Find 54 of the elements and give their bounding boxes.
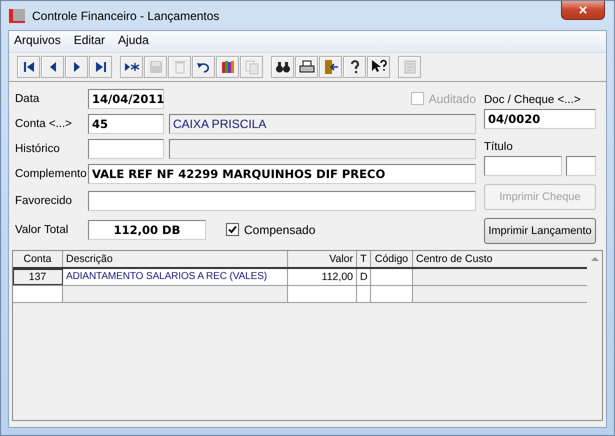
books-icon [220, 59, 236, 75]
toolbar-first-button[interactable] [17, 56, 40, 78]
binoculars-icon [274, 59, 290, 75]
payee-field[interactable] [88, 190, 476, 210]
field-label: Histórico [15, 142, 61, 154]
field-label: Data [15, 92, 40, 104]
printer-icon [298, 59, 314, 75]
complement-field[interactable]: VALE REF NF 42299 MARQUINHOS DIF PRECO [88, 164, 476, 184]
toolbar-undo-button[interactable] [192, 56, 215, 78]
column-header[interactable]: Descrição [63, 251, 288, 267]
table-cell: D [357, 269, 371, 285]
date-field[interactable]: 14/04/2011 [88, 88, 164, 108]
cleared-checkbox[interactable]: Compensado [226, 222, 316, 236]
column-header[interactable]: Código [371, 251, 413, 267]
field-label: Título [484, 141, 514, 153]
column-header[interactable]: Conta [13, 251, 63, 267]
toolbar-books-button[interactable] [216, 56, 239, 78]
toolbar-prev-button[interactable] [41, 56, 64, 78]
table-cell: 112,00 [288, 269, 357, 285]
menu-item[interactable]: Ajuda [118, 33, 149, 52]
history-code-field[interactable] [88, 138, 164, 158]
field-label: Doc / Cheque <...> [484, 94, 582, 106]
document-icon [402, 59, 418, 75]
title-suffix-field[interactable] [566, 156, 596, 176]
menu-item[interactable]: Editar [74, 33, 106, 52]
toolbar-find-button[interactable] [271, 56, 294, 78]
account-name-field: CAIXA PRISCILA [169, 114, 476, 134]
column-header[interactable]: T [357, 251, 371, 267]
field-label: Favorecido [15, 194, 73, 206]
documents-icon [244, 59, 260, 75]
toolbar-next-button[interactable] [65, 56, 88, 78]
toolbar-exit-button[interactable] [319, 56, 342, 78]
field-label: Valor Total [15, 224, 70, 236]
pointer-question-icon [370, 59, 386, 75]
window-title: Controle Financeiro - Lançamentos [32, 8, 220, 22]
title-field[interactable] [484, 156, 562, 176]
toolbar-last-button[interactable] [89, 56, 112, 78]
close-button[interactable]: × [561, 1, 605, 20]
door-arrow-icon [322, 59, 338, 75]
table-cell: ADIANTAMENTO SALARIOS A REC (VALES) [63, 269, 288, 285]
app-icon [8, 6, 26, 24]
toolbar-help-button[interactable] [343, 56, 366, 78]
toolbar-print-button[interactable] [295, 56, 318, 78]
column-header[interactable]: Valor [288, 251, 357, 267]
print-button[interactable]: Imprimir Lançamento [484, 218, 596, 244]
table-cell: 137 [13, 269, 63, 285]
toolbar-new-button[interactable] [120, 56, 143, 78]
toolbar-whatsthis-button[interactable] [367, 56, 390, 78]
field-label: Conta <...> [15, 118, 73, 130]
account-code-field[interactable]: 45 [88, 114, 164, 134]
checkmark-icon [228, 225, 237, 234]
document-field[interactable]: 04/0020 [484, 109, 596, 129]
total-field[interactable]: 112,00 DB [88, 220, 206, 240]
menu-item[interactable]: Arquivos [14, 33, 61, 52]
